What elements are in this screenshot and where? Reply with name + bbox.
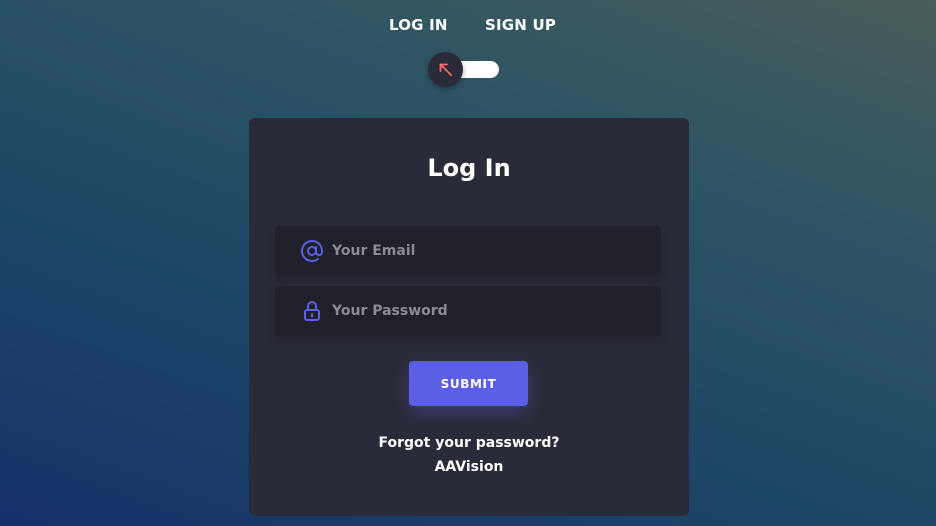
tab-log-in[interactable]: LOG IN xyxy=(389,16,448,34)
email-field[interactable] xyxy=(275,226,661,276)
card-title: Log In xyxy=(427,154,511,182)
email-input[interactable] xyxy=(332,226,642,276)
forgot-password-link[interactable]: Forgot your password? xyxy=(249,435,689,451)
tab-sign-up[interactable]: SIGN UP xyxy=(485,16,556,34)
password-field[interactable] xyxy=(275,286,661,336)
password-input[interactable] xyxy=(332,286,642,336)
login-card: Log In SUBMIT Forgot your password? AAVi… xyxy=(249,118,689,516)
toggle-knob[interactable] xyxy=(428,52,463,87)
lock-icon xyxy=(300,299,324,323)
auth-tabs: LOG IN SIGN UP xyxy=(0,16,936,38)
at-sign-icon xyxy=(300,239,324,263)
brand-text: AAVision xyxy=(434,459,504,475)
submit-button[interactable]: SUBMIT xyxy=(409,361,528,406)
login-signup-toggle[interactable] xyxy=(428,52,499,87)
